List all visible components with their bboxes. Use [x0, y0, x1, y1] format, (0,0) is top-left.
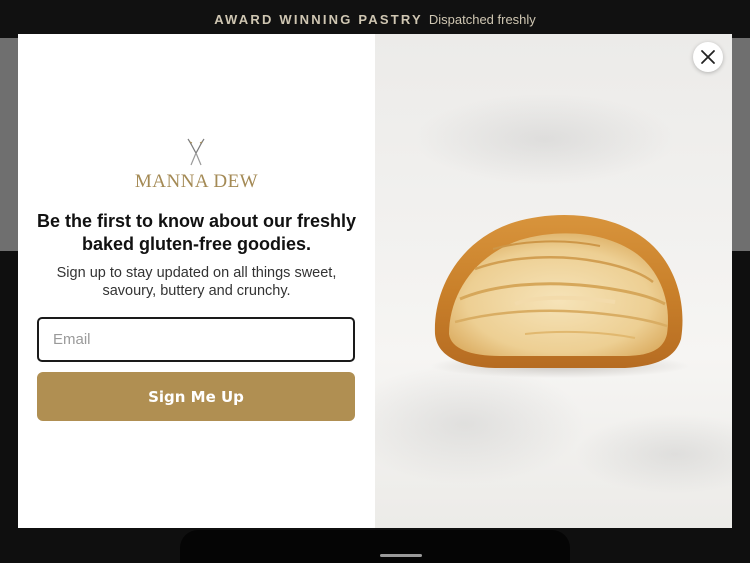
announcement-highlight: AWARD WINNING PASTRY — [214, 11, 423, 27]
page-bottom-bar — [180, 530, 570, 563]
newsletter-popup: MANNA DEW Be the first to know about our… — [18, 34, 732, 528]
announcement-text: Dispatched freshly — [428, 11, 536, 27]
popup-headline: Be the first to know about our freshly b… — [36, 211, 357, 254]
crossed-wheat-icon — [187, 138, 205, 166]
email-input[interactable] — [37, 317, 355, 362]
brand-logo-text: MANNA DEW — [134, 171, 259, 192]
popup-subtext: Sign up to stay updated on all things sw… — [56, 265, 337, 299]
sign-up-button[interactable]: Sign Me Up — [37, 372, 355, 421]
scroll-indicator — [380, 554, 422, 557]
croissant-cross-section-photo — [375, 34, 732, 528]
close-popup-button[interactable] — [693, 42, 723, 72]
announcement-bar: AWARD WINNING PASTRY Dispatched freshly — [0, 0, 750, 38]
popup-form-panel: MANNA DEW Be the first to know about our… — [18, 34, 375, 528]
close-icon — [701, 50, 715, 64]
